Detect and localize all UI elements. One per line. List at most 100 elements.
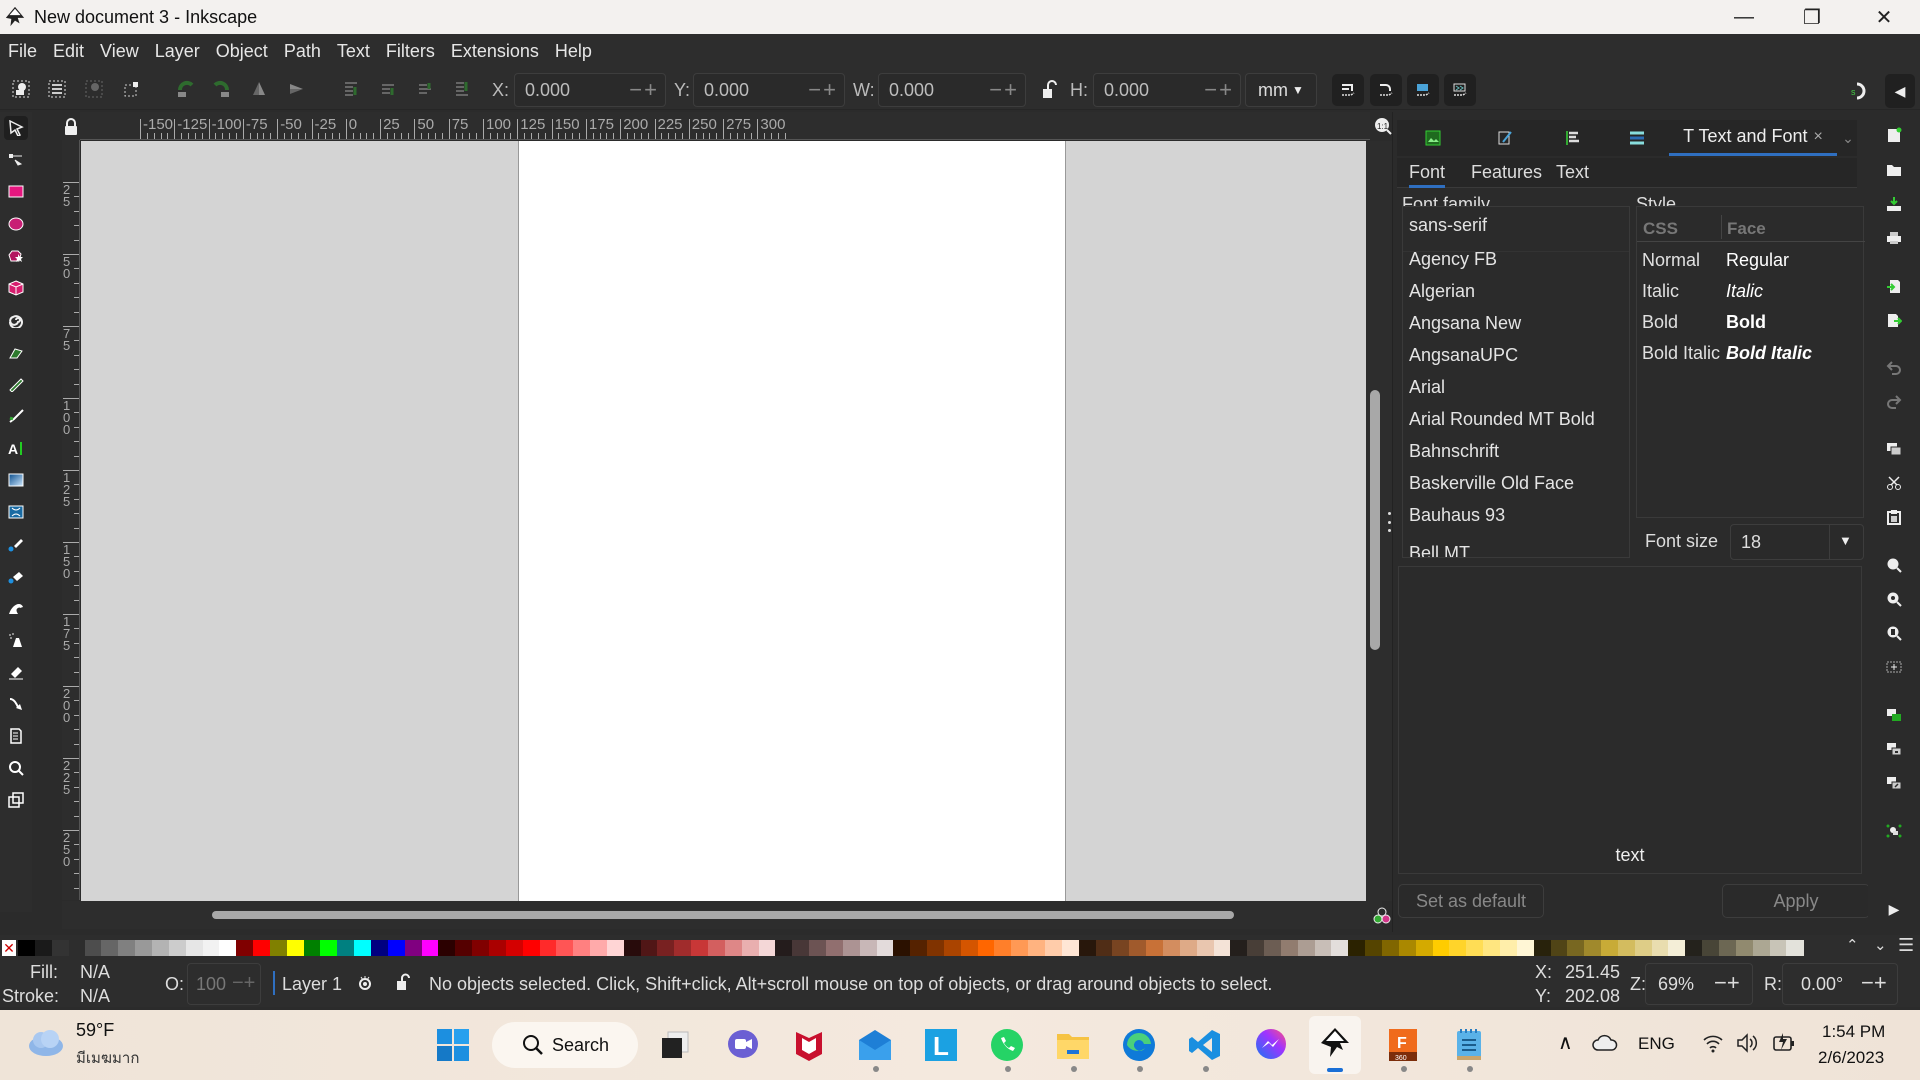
menu-extensions[interactable]: Extensions xyxy=(451,39,539,64)
color-swatch[interactable] xyxy=(1634,940,1653,956)
menu-text[interactable]: Text xyxy=(337,39,370,64)
font-item[interactable]: Bauhaus 93 xyxy=(1409,505,1505,526)
color-swatch[interactable] xyxy=(1533,940,1551,956)
taskbar-search-box[interactable]: Search xyxy=(492,1022,638,1068)
face-column-header[interactable]: Face xyxy=(1727,219,1766,239)
color-swatch[interactable] xyxy=(825,940,844,956)
color-swatch[interactable] xyxy=(775,940,793,956)
color-swatch[interactable] xyxy=(1550,940,1568,956)
color-swatch[interactable] xyxy=(674,940,692,956)
color-swatch[interactable] xyxy=(1516,940,1535,956)
color-swatch[interactable] xyxy=(960,940,979,956)
color-swatch[interactable] xyxy=(1432,940,1450,956)
inkscape-taskbar-icon[interactable] xyxy=(1312,1022,1358,1068)
menu-view[interactable]: View xyxy=(100,39,139,64)
y-stepper[interactable]: −+ xyxy=(808,77,844,103)
lower-to-bottom-icon[interactable] xyxy=(449,76,475,102)
y-field[interactable]: 0.000 −+ xyxy=(693,73,845,107)
y-value[interactable]: 0.000 xyxy=(694,80,808,101)
font-item[interactable]: Agency FB xyxy=(1409,249,1497,270)
font-size-dropdown-icon[interactable]: ▼ xyxy=(1839,533,1852,548)
clock-date[interactable]: 2/6/2023 xyxy=(1818,1048,1884,1068)
set-as-default-button[interactable]: Set as default xyxy=(1398,884,1544,918)
rotation-stepper[interactable]: −+ xyxy=(1861,970,1887,996)
color-swatch[interactable] xyxy=(421,940,439,956)
messenger-icon[interactable] xyxy=(1248,1022,1294,1068)
mcafee-icon[interactable] xyxy=(786,1022,832,1068)
maximize-button[interactable]: ❐ xyxy=(1778,0,1846,34)
color-swatch[interactable] xyxy=(1735,940,1754,956)
color-swatch[interactable] xyxy=(910,940,928,956)
zoom-value[interactable]: 69% xyxy=(1658,974,1694,995)
duplicate-icon[interactable] xyxy=(1882,703,1906,727)
color-swatch[interactable] xyxy=(1584,940,1602,956)
color-swatch[interactable] xyxy=(168,940,187,956)
zoom-tool-icon[interactable] xyxy=(4,756,28,780)
color-swatch[interactable] xyxy=(1011,940,1029,956)
apply-button[interactable]: Apply xyxy=(1722,884,1870,918)
color-swatch[interactable] xyxy=(387,940,406,956)
color-swatch[interactable] xyxy=(691,940,709,956)
color-swatch[interactable] xyxy=(1331,940,1349,956)
wifi-icon[interactable] xyxy=(1702,1032,1724,1054)
vscode-icon[interactable] xyxy=(1182,1022,1228,1068)
print-icon[interactable] xyxy=(1882,226,1906,250)
selector-tool-icon[interactable] xyxy=(4,116,28,140)
stroke-value[interactable]: N/A xyxy=(80,986,110,1007)
subtab-features[interactable]: Features xyxy=(1471,162,1542,183)
color-swatch[interactable] xyxy=(994,940,1012,956)
color-swatch[interactable] xyxy=(1213,940,1231,956)
guide-lock-icon[interactable] xyxy=(62,116,80,138)
style-face-regular[interactable]: Regular xyxy=(1726,250,1789,271)
cut-icon[interactable] xyxy=(1882,471,1906,495)
transform-gradients-icon[interactable] xyxy=(1407,74,1439,106)
import-icon[interactable] xyxy=(1882,274,1906,298)
color-swatch[interactable] xyxy=(741,940,760,956)
scale-corners-icon[interactable] xyxy=(1370,74,1402,106)
color-swatch[interactable] xyxy=(1264,940,1282,956)
x-field[interactable]: 0.000 −+ xyxy=(514,73,666,107)
style-css-bold[interactable]: Bold xyxy=(1642,312,1678,333)
opacity-value[interactable]: 100 xyxy=(196,974,226,995)
opacity-stepper[interactable]: −+ xyxy=(232,972,255,995)
color-swatch[interactable] xyxy=(1247,940,1265,956)
start-button-icon[interactable] xyxy=(430,1022,476,1068)
star-tool-icon[interactable] xyxy=(4,244,28,268)
color-swatch[interactable] xyxy=(472,940,490,956)
css-column-header[interactable]: CSS xyxy=(1643,219,1678,239)
dock-tabs-menu-chevron-icon[interactable]: ⌄ xyxy=(1839,120,1857,156)
color-swatch[interactable] xyxy=(354,940,372,956)
w-value[interactable]: 0.000 xyxy=(879,80,989,101)
menu-filters[interactable]: Filters xyxy=(386,39,435,64)
color-swatch[interactable] xyxy=(1146,940,1164,956)
color-swatch[interactable] xyxy=(1280,940,1299,956)
color-swatch[interactable] xyxy=(876,940,894,956)
w-field[interactable]: 0.000 −+ xyxy=(878,73,1026,107)
color-swatch[interactable] xyxy=(488,940,507,956)
color-swatch[interactable] xyxy=(371,940,389,956)
style-css-normal[interactable]: Normal xyxy=(1642,250,1700,271)
layer-visibility-icon[interactable] xyxy=(357,975,373,991)
deselect-icon[interactable] xyxy=(81,76,107,102)
zoom-field[interactable]: 69% −+ xyxy=(1645,963,1753,1005)
color-swatch[interactable] xyxy=(84,940,102,956)
mesh-tool-icon[interactable] xyxy=(4,500,28,524)
gradient-tool-icon[interactable] xyxy=(4,468,28,492)
color-swatch[interactable] xyxy=(1129,940,1147,956)
color-swatch[interactable] xyxy=(724,940,743,956)
style-face-bold-italic[interactable]: Bold Italic xyxy=(1726,343,1812,364)
color-swatch[interactable] xyxy=(1314,940,1332,956)
color-swatch[interactable] xyxy=(253,940,271,956)
color-swatch[interactable] xyxy=(455,940,473,956)
vertical-ruler[interactable]: 2 5 5 0 7 5 1 0 0 1 2 5 1 5 0 1 7 5 2 0 0 2 2 5 2… xyxy=(62,140,80,900)
color-swatch[interactable] xyxy=(1702,940,1720,956)
color-swatch[interactable] xyxy=(1162,940,1181,956)
no-paint-swatch-icon[interactable]: ✕ xyxy=(2,940,16,956)
rotate-ccw-icon[interactable] xyxy=(172,76,198,102)
color-swatch[interactable] xyxy=(34,940,53,956)
font-item[interactable]: Arial xyxy=(1409,377,1445,398)
style-face-italic[interactable]: Italic xyxy=(1726,281,1763,302)
close-button[interactable]: ✕ xyxy=(1850,0,1918,34)
w-stepper[interactable]: −+ xyxy=(989,77,1025,103)
color-swatch[interactable] xyxy=(1449,940,1467,956)
